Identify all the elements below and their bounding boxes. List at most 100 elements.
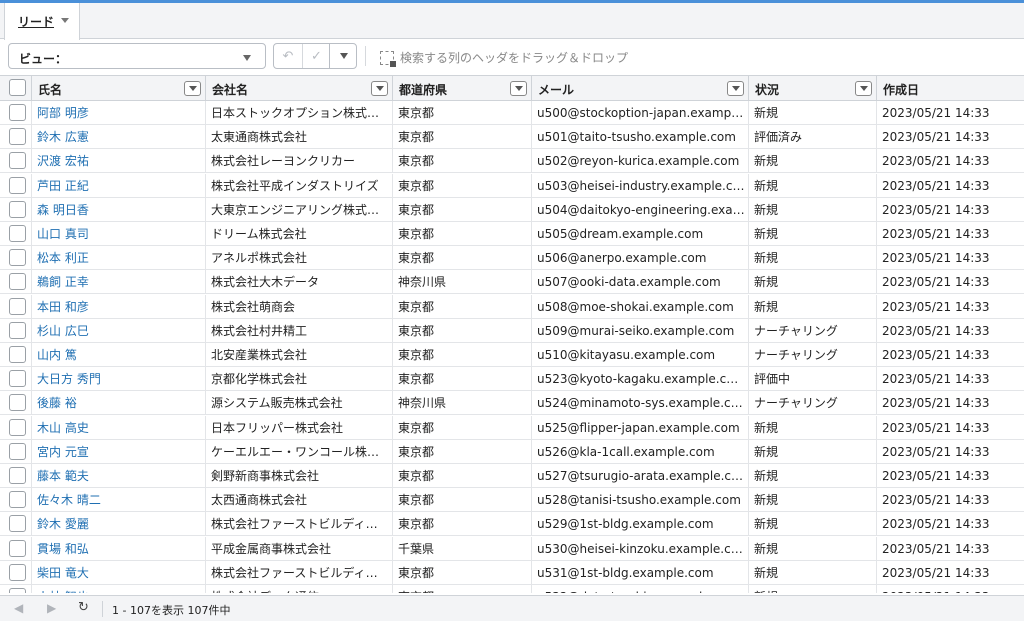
table-row[interactable]: 阿部 明彦 日本ストックオプション株式会社 東京都 u500@stockoption-… xyxy=(0,101,1024,125)
column-header-status[interactable]: 状況 xyxy=(749,76,877,101)
row-select-cell xyxy=(0,512,32,537)
table-row[interactable]: 後藤 裕源システム販売株式会社 神奈川県 u524@minamoto-sys.exa… xyxy=(0,391,1024,416)
table-row[interactable]: 木山 高史 日本フリッパー株式会社 東京都 u525@flipper-japan.ex… xyxy=(0,415,1024,440)
table-row[interactable]: 貫場 和弘 平成金属商事株式会社 千葉県 u530@heisei-kinzoku.ex… xyxy=(0,536,1024,561)
column-menu-button[interactable] xyxy=(510,81,527,96)
column-menu-button[interactable] xyxy=(855,81,872,96)
table-row[interactable]: 小林 智也株式会社データ通信東京都u532@data-tsushin.examp… xyxy=(0,585,1024,593)
table-row[interactable]: 宮内 元宣 ケーエルエー・ワンコール株式会社 東京都 u526@kla-1call.e… xyxy=(0,439,1024,464)
name-cell[interactable]: 森 明日香 xyxy=(32,197,206,222)
prefecture-cell: 東京都 xyxy=(393,173,532,198)
name-cell[interactable]: 小林 智也 xyxy=(32,585,206,593)
table-row[interactable]: 杉山 広巳 株式会社村井精工 東京都 u509@murai-seiko.example… xyxy=(0,318,1024,343)
undo-button[interactable]: ↶ xyxy=(274,44,302,68)
name-cell[interactable]: 貫場 和弘 xyxy=(32,536,206,561)
row-select-cell xyxy=(0,439,32,464)
column-menu-button[interactable] xyxy=(371,81,388,96)
column-header-created[interactable]: 作成日 xyxy=(877,76,1024,101)
table-row[interactable]: 鈴木 愛麗 株式会社ファーストビルディング 東京都 u529@1st-bldg.exa… xyxy=(0,512,1024,537)
email-cell: u524@minamoto-sys.example.com xyxy=(532,391,749,416)
view-menu-button[interactable] xyxy=(329,44,357,68)
row-select-cell xyxy=(0,246,32,271)
company-cell: 株式会社大木データ xyxy=(206,270,393,295)
table-row[interactable]: 鵜飼 正幸 株式会社大木データ 神奈川県 u507@ooki-data.example… xyxy=(0,270,1024,295)
next-page-button[interactable]: ▶ xyxy=(47,601,56,615)
company-cell: 株式会社ファーストビルディング xyxy=(206,560,393,585)
name-cell[interactable]: 木山 高史 xyxy=(32,415,206,440)
email-cell: u526@kla-1call.example.com xyxy=(532,439,749,464)
name-cell[interactable]: 佐々木 晴二 xyxy=(32,488,206,513)
name-cell[interactable]: 阿部 明彦 xyxy=(32,101,206,125)
created-date-cell: 2023/05/21 14:33 xyxy=(882,565,990,580)
name-cell[interactable]: 山内 篤 xyxy=(32,343,206,367)
chevron-down-icon xyxy=(188,86,197,91)
table-row[interactable]: 鈴木 広憲 太東通商株式会社 東京都 u501@taito-tsusho.exampl… xyxy=(0,125,1024,150)
table-row[interactable]: 芦田 正紀 株式会社平成インダストリイズ 東京都 u503@heisei-indust… xyxy=(0,173,1024,198)
name-cell[interactable]: 沢渡 宏祐 xyxy=(32,149,206,174)
name-cell[interactable]: 鈴木 広憲 xyxy=(32,125,206,150)
name-cell[interactable]: 山口 真司 xyxy=(32,222,206,246)
status-cell: 新規 xyxy=(749,294,877,319)
column-menu-button[interactable] xyxy=(727,81,744,96)
prefecture-cell: 東京都 xyxy=(393,246,532,271)
table-row[interactable]: 柴田 竜大 株式会社ファーストビルディング 東京都 u531@1st-bldg.exa… xyxy=(0,560,1024,585)
tab-leads[interactable]: リード xyxy=(4,3,80,40)
select-all-checkbox[interactable] xyxy=(9,79,26,96)
column-header-name[interactable]: 氏名 xyxy=(32,76,206,101)
refresh-icon[interactable]: ↻ xyxy=(78,600,89,615)
table-row[interactable]: 本田 和彦 株式会社萌商会 東京都 u508@moe-shokai.example.c… xyxy=(0,294,1024,319)
status-cell: 新規 xyxy=(749,512,877,537)
name-cell[interactable]: 後藤 裕 xyxy=(32,391,206,416)
row-select-cell xyxy=(0,536,32,561)
chevron-down-icon xyxy=(731,86,740,91)
name-cell[interactable]: 藤本 範夫 xyxy=(32,464,206,488)
prefecture-cell: 東京都 xyxy=(393,222,532,246)
created-date-cell: 2023/05/21 14:33 xyxy=(882,154,990,169)
table-row[interactable]: 大日方 秀門 京都化学株式会社 東京都 u523@kyoto-kagaku.examp… xyxy=(0,367,1024,392)
column-header-prefecture[interactable]: 都道府県 xyxy=(393,76,532,101)
table-row[interactable]: 山内 篤北安産業株式会社 東京都 u510@kitayasu.example.com… xyxy=(0,343,1024,367)
name-cell[interactable]: 宮内 元宣 xyxy=(32,439,206,464)
name-cell[interactable]: 芦田 正紀 xyxy=(32,173,206,198)
created-date-cell: 2023/05/21 14:33 xyxy=(882,493,990,508)
created-date-cell: 2023/05/21 14:33 xyxy=(882,323,990,338)
table-row[interactable]: 山口 真司 ドリーム株式会社 東京都 u505@dream.example.com 新規… xyxy=(0,222,1024,246)
name-cell[interactable]: 大日方 秀門 xyxy=(32,367,206,392)
view-action-group: ↶ ✓ xyxy=(273,43,357,69)
name-cell[interactable]: 鵜飼 正幸 xyxy=(32,270,206,295)
chevron-down-icon xyxy=(859,86,868,91)
prefecture-cell: 東京都 xyxy=(393,343,532,367)
email-cell: u503@heisei-industry.example.com xyxy=(532,173,749,198)
name-cell[interactable]: 松本 利正 xyxy=(32,246,206,271)
column-menu-button[interactable] xyxy=(184,81,201,96)
name-cell[interactable]: 本田 和彦 xyxy=(32,294,206,319)
created-date-cell: 2023/05/21 14:33 xyxy=(882,517,990,532)
chevron-down-icon[interactable] xyxy=(61,18,69,23)
view-select-label: ビュー： xyxy=(19,52,68,66)
created-date-cell: 2023/05/21 14:33 xyxy=(882,202,990,217)
email-cell: u505@dream.example.com xyxy=(532,222,749,246)
email-cell: u523@kyoto-kagaku.example.com xyxy=(532,367,749,392)
table-row[interactable]: 佐々木 晴二 太西通商株式会社 東京都 u528@tanisi-tsusho.exam… xyxy=(0,488,1024,513)
table-row[interactable]: 松本 利正 アネルポ株式会社 東京都 u506@anerpo.example.com 新… xyxy=(0,246,1024,271)
company-cell: 日本フリッパー株式会社 xyxy=(206,415,393,440)
column-header-label: 都道府県 xyxy=(399,83,448,97)
created-date-cell: 2023/05/21 14:33 xyxy=(882,299,990,314)
status-cell: 新規 xyxy=(749,246,877,271)
table-row[interactable]: 森 明日香 大東京エンジニアリング株式会社 東京都 u504@daitokyo-eng… xyxy=(0,197,1024,222)
name-cell[interactable]: 杉山 広巳 xyxy=(32,318,206,343)
name-cell[interactable]: 鈴木 愛麗 xyxy=(32,512,206,537)
column-header-email[interactable]: メール xyxy=(532,76,749,101)
view-select[interactable]: ビュー： xyxy=(8,43,266,69)
table-row[interactable]: 藤本 範夫 剣野新商事株式会社 東京都 u527@tsurugio-arata.exa… xyxy=(0,464,1024,488)
created-date-cell: 2023/05/21 14:33 xyxy=(882,469,990,483)
column-header-label: 状況 xyxy=(755,83,780,97)
confirm-button[interactable]: ✓ xyxy=(302,44,330,68)
chevron-down-icon xyxy=(243,55,251,61)
status-cell: 新規 xyxy=(749,488,877,513)
table-row[interactable]: 沢渡 宏祐 株式会社レーヨンクリカー 東京都 u502@reyon-kurica.ex… xyxy=(0,149,1024,174)
name-cell[interactable]: 柴田 竜大 xyxy=(32,560,206,585)
prev-page-button[interactable]: ◀ xyxy=(14,601,23,615)
search-drop-zone[interactable]: 検索する列のヘッダをドラッグ＆ドロップ xyxy=(380,49,628,67)
column-header-company[interactable]: 会社名 xyxy=(206,76,393,101)
